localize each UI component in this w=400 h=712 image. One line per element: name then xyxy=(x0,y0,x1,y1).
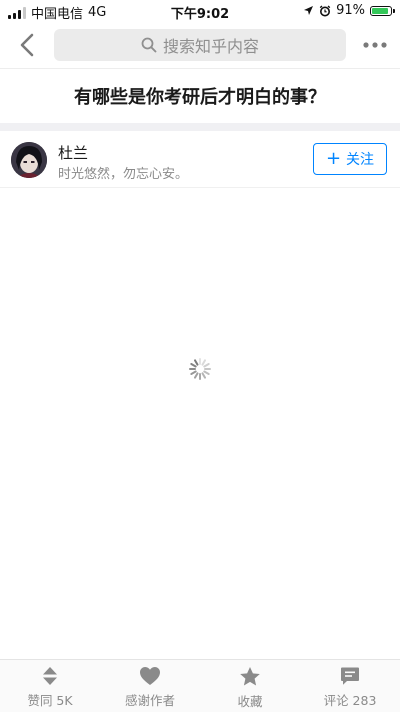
more-button[interactable] xyxy=(358,28,392,62)
question-title[interactable]: 有哪些是你考研后才明白的事？ xyxy=(0,69,400,123)
comment-icon xyxy=(341,667,359,685)
vote-label: 赞同 5K xyxy=(27,693,73,708)
battery-fill xyxy=(372,7,389,14)
spinner-tick xyxy=(201,359,206,366)
author-name[interactable]: 杜兰 xyxy=(58,142,88,163)
spinner-tick xyxy=(190,370,197,375)
spinner-tick xyxy=(190,363,197,368)
status-bar: 中国电信 4G 下午9:02 91% xyxy=(0,0,400,22)
search-icon xyxy=(141,37,157,53)
author-row: 杜兰 时光悠然，勿忘心安。 + 关注 xyxy=(0,131,400,188)
star-icon xyxy=(240,667,260,686)
follow-button[interactable]: + 关注 xyxy=(313,143,387,175)
comment-label: 评论 283 xyxy=(323,693,377,708)
thank-author-label: 感谢作者 xyxy=(124,693,175,708)
section-divider xyxy=(0,123,400,131)
location-icon xyxy=(304,6,314,15)
battery-percent: 91% xyxy=(336,3,365,18)
vote-button[interactable]: 赞同 5K xyxy=(0,660,100,712)
spinner-tick xyxy=(203,363,210,368)
plus-icon: + xyxy=(325,148,342,169)
spinner-tick xyxy=(194,372,199,379)
heart-icon xyxy=(140,667,160,685)
loading-spinner-icon xyxy=(189,358,211,380)
author-bio: 时光悠然，勿忘心安。 xyxy=(58,167,189,182)
collect-button[interactable]: 收藏 xyxy=(200,660,300,712)
back-button[interactable] xyxy=(10,28,44,62)
nav-bar: 搜索知乎内容 xyxy=(0,22,400,69)
spinner-tick xyxy=(201,372,206,379)
thank-author-button[interactable]: 感谢作者 xyxy=(100,660,200,712)
vote-arrows-icon xyxy=(43,667,57,685)
comment-button[interactable]: 评论 283 xyxy=(300,660,400,712)
ellipsis-icon xyxy=(363,42,387,48)
spinner-tick xyxy=(194,359,199,366)
status-right: 91% xyxy=(303,3,395,18)
battery-icon xyxy=(370,5,395,16)
chevron-left-icon xyxy=(20,33,34,57)
avatar-illustration xyxy=(11,142,47,178)
answer-content xyxy=(0,188,400,658)
collect-label: 收藏 xyxy=(237,694,263,709)
search-placeholder: 搜索知乎内容 xyxy=(162,37,259,56)
alarm-icon xyxy=(319,4,331,16)
follow-label: 关注 xyxy=(346,152,375,168)
bottom-action-bar: 赞同 5K 感谢作者 收藏 评论 283 xyxy=(0,659,400,712)
avatar[interactable] xyxy=(11,142,47,178)
search-input[interactable]: 搜索知乎内容 xyxy=(54,29,346,61)
spinner-tick xyxy=(203,370,210,375)
